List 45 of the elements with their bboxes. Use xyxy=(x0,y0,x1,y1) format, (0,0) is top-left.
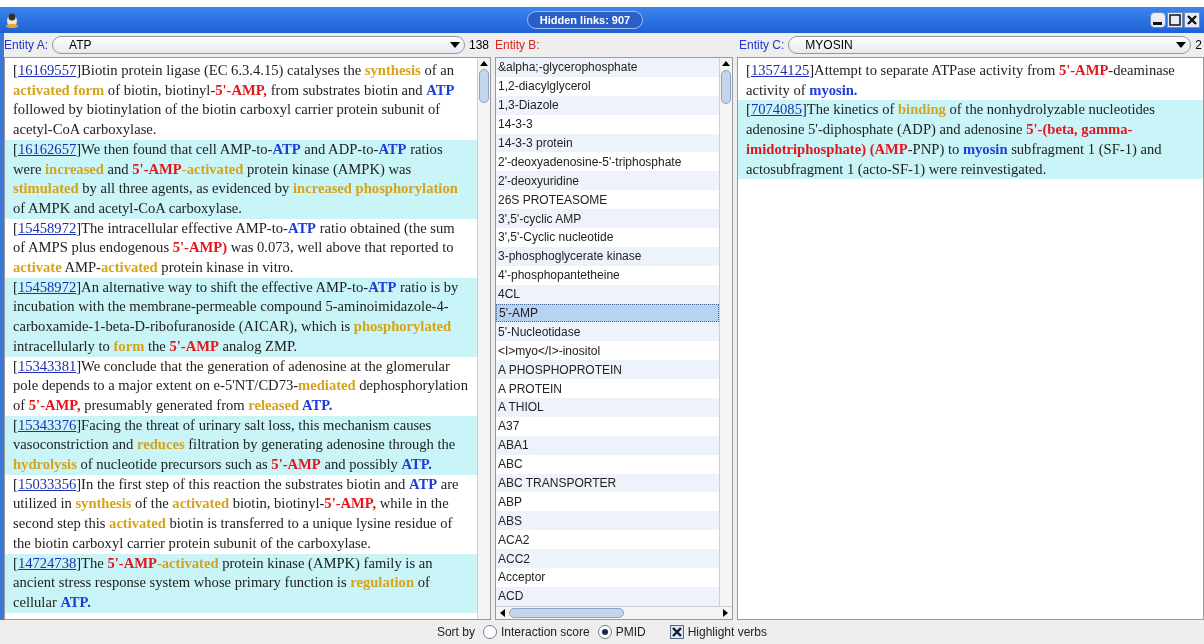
pmid-link[interactable]: 14724738 xyxy=(17,554,77,571)
sort-radio[interactable]: Interaction score xyxy=(482,623,590,641)
entity-list-item[interactable]: 5'-Nucleotidase xyxy=(496,322,719,342)
sort-label: Sort by xyxy=(436,624,475,641)
result-count: 138 xyxy=(468,37,489,54)
hidden-links-badge: Hidden links: 907 xyxy=(526,11,644,29)
entity-combo[interactable]: MYOSIN xyxy=(788,36,1192,54)
scrollbar[interactable] xyxy=(719,58,732,606)
result-count: 2 xyxy=(1195,37,1202,54)
entity-c-label: Entity C: xyxy=(739,37,785,54)
pmid-link[interactable]: 15458972 xyxy=(17,278,77,295)
maximize-icon[interactable] xyxy=(1167,12,1183,28)
pmid-link[interactable]: 7074085 xyxy=(750,101,802,118)
abstract-text: [7074085]The kinetics of binding of the nonhydrolyzable nucleotides adenosine 5'-diphosphate (ADP) and adenosine 5'-(beta, gamma-imidotriphosphate) (AMP-PNP) to myosin subfragment 1 (SF-1) and actosubfragment 1 (acto-SF-1) were reinvestigated. xyxy=(738,100,1203,180)
highlight-verbs-checkbox[interactable]: Highlight verbs xyxy=(669,623,768,641)
horizontal-scrollbar[interactable] xyxy=(496,606,732,619)
app-icon xyxy=(4,12,20,28)
abstract-text: [14724738]The 5'-AMP-activated protein kinase (AMPK) family is an ancient stress response system whose primary function is regulation of cellular ATP. xyxy=(5,553,477,613)
sort-radio[interactable]: PMID xyxy=(597,623,646,641)
entity-list-item[interactable]: 2'-deoxyuridine xyxy=(496,171,719,191)
minimize-icon[interactable] xyxy=(1150,12,1166,28)
abstract-text: [15343376]Facing the threat of urinary salt loss, this mechanism causes vasoconstriction and reduces filtration by generating adenosine through the hydrolysis of nucleotide precursors such as 5'-AMP and possibly ATP. xyxy=(5,415,477,475)
pmid-link[interactable]: 15458972 xyxy=(17,219,77,236)
entity-list-item[interactable]: ACC2 xyxy=(496,549,719,569)
pmid-link[interactable]: 15033356 xyxy=(17,475,77,492)
pmid-link[interactable]: 16169557 xyxy=(17,62,77,78)
abstract-text: [15458972]An alternative way to shift the effective AMP-to-ATP ratio is by incubation with the membrane-permeable compound 5-aminoimidazole-4-carboxamide-1-beta-D-ribofuranoside (AICAR), which is phosphorylated intracellularly to form the 5'-AMP analog ZMP. xyxy=(5,277,477,357)
close-icon[interactable] xyxy=(1184,12,1200,28)
abstract-text: [16162657]We then found that cell AMP-to-ATP and ADP-to-ATP ratios were increased and 5'-AMP-activated protein kinase (AMPK) was stimulated by all three agents, as evidenced by increased phosphorylation of AMPK and acetyl-CoA carboxylase. xyxy=(5,139,477,219)
caret-icon xyxy=(449,42,460,48)
pmid-link[interactable]: 16162657 xyxy=(17,140,77,157)
pmid-link[interactable]: 13574125 xyxy=(750,62,810,78)
entity-a-label: Entity A: xyxy=(4,37,49,54)
entity-combo[interactable]: ATP xyxy=(52,36,465,54)
pmid-link[interactable]: 15343381 xyxy=(17,357,77,374)
entity-list-item[interactable]: A THIOL xyxy=(496,398,719,417)
scrollbar[interactable] xyxy=(477,58,490,619)
entity-list-item[interactable]: 3',5'-cyclic AMP xyxy=(496,209,719,228)
entity-list-item[interactable]: &alpha;-glycerophosphate xyxy=(496,58,719,77)
caret-icon xyxy=(1176,42,1187,48)
entity-list-item[interactable]: A PHOSPHOPROTEIN xyxy=(496,360,719,380)
pmid-link[interactable]: 15343376 xyxy=(17,416,77,433)
entity-b-label: Entity B: xyxy=(495,37,540,54)
check-icon xyxy=(671,627,682,637)
entity-list-item[interactable]: ABS xyxy=(496,511,719,531)
